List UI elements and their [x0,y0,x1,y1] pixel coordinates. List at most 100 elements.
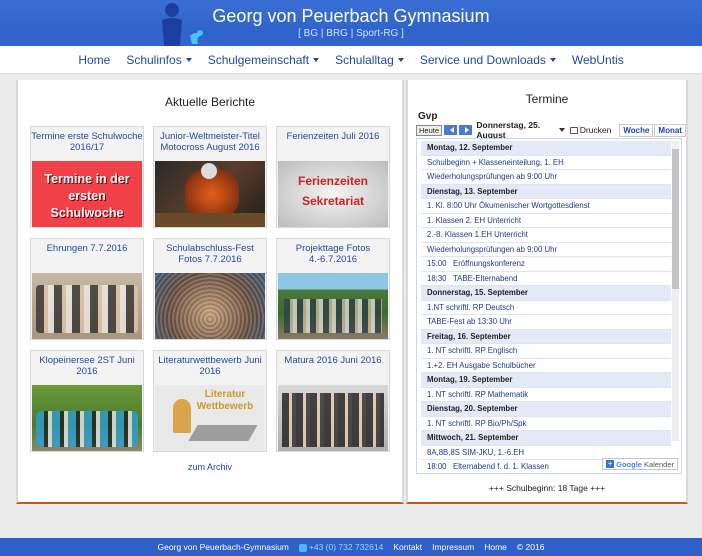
agenda-day-header: Mittwoch, 21. September [421,431,671,446]
nav-schulgemeinschaft-label: Schulgemeinschaft [207,52,310,67]
agenda-day-header: Freitag, 16. September [421,329,671,344]
today-button[interactable]: Heute [416,124,443,136]
card-title: Klopeinersee 2ST Juni 2016 [39,355,135,377]
day-label: Donnerstag, 15. September [427,288,528,298]
nav-schulinfos-label: Schulinfos [126,52,182,67]
nav-webuntis-label: WebUntis [571,52,624,67]
footer-link-home[interactable]: Home [484,542,507,552]
agenda-event[interactable]: Schulbeginn + Klasseneinteilung, 1. EH [421,156,671,170]
report-card-matura[interactable]: Matura 2016 Juni 2016 [276,350,390,452]
print-icon [569,126,578,134]
print-button[interactable]: Drucken [569,125,611,135]
agenda-event[interactable]: 1.NT schriftl. RP Deutsch [421,301,671,315]
day-label: Dienstag, 20. September [427,404,518,414]
agenda-day-header: Donnerstag, 15. September [421,286,671,301]
agenda-scrollbar[interactable] [672,141,679,441]
report-card-schulabschluss[interactable]: Schulabschluss-Fest Fotos 7.7.2016 [153,238,267,340]
footer-copyright: © 2016 [516,542,545,552]
school-start-countdown: +++ Schulbeginn: 18 Tage +++ [488,483,606,493]
agenda-event[interactable]: 1. NT schriftl. RP Bio/Ph/Spk [421,417,671,431]
tab-monat[interactable]: Monat [654,123,686,137]
agenda-event[interactable]: 15:00 Eröffnungskonferenz [421,257,671,272]
agenda-event[interactable]: 1. Klassen 2. EH Unterricht [421,214,671,228]
plus-icon: + [606,459,615,468]
chevron-down-icon[interactable] [558,128,565,132]
agenda-event[interactable]: TABE-Fest ab 13:30 Uhr [421,315,671,330]
event-title: Wiederholungsprüfungen ab 9:00 Uhr [427,244,558,254]
reports-panel: Aktuelle Berichte Termine erste Schulwoc… [16,80,404,504]
event-title: 2.-8. Klassen 1.EH Unterricht [427,230,528,240]
agenda-list: Montag, 12. September Schulbeginn + Klass… [421,141,671,473]
event-title: 1. Kl. 8:00 Uhr Ökumenischer Wortgottesd… [427,201,590,211]
card-title: Ferienzeiten Juli 2016 [286,131,380,142]
event-time: 15:00 [427,259,447,269]
event-title: Schulbeginn + Klasseneinteilung, 1. EH [427,157,564,167]
report-card-ehrungen[interactable]: Ehrungen 7.7.2016 [30,238,144,340]
card-title: Literaturwettbewerb Juni 2016 [158,355,262,377]
event-title: Wiederholungsprüfungen ab 9:00 Uhr [427,172,558,182]
card-image-termine: Termine in der ersten Schulwoche [32,161,142,227]
nav-schulgemeinschaft[interactable]: Schulgemeinschaft [200,53,327,67]
footer-link-kontakt[interactable]: Kontakt [393,542,422,552]
agenda-event[interactable]: 18:30 TABE-Elternabend [421,272,671,286]
event-title: 1.NT schriftl. RP Deutsch [427,302,515,312]
reports-title: Aktuelle Berichte [164,95,256,109]
event-title: 8A,8B,8S SIM-JKU, 1.-6.EH [427,447,525,457]
event-time: 18:30 [427,273,447,283]
agenda-event[interactable]: Wiederholungsprüfungen ab 9:00 Uhr [421,243,671,257]
report-card-projekttage[interactable]: Projekttage Fotos 4.-6.7.2016 [276,238,390,340]
nav-webuntis[interactable]: WebUntis [564,53,632,67]
day-label: Dienstag, 13. September [427,186,518,196]
day-label: Mittwoch, 21. September [427,433,519,443]
event-title: Elternabend f. d. 1. Klassen [453,462,549,472]
nav-schulinfos[interactable]: Schulinfos [118,53,199,67]
tab-woche[interactable]: Woche [619,123,654,137]
agenda-day-header: Dienstag, 13. September [421,184,671,199]
report-card-ferienzeiten[interactable]: Ferienzeiten Juli 2016 Ferienzeiten Sekr… [276,126,390,228]
nav-schulalltag[interactable]: Schulalltag [327,53,412,67]
nav-service-downloads-label: Service und Downloads [419,52,546,67]
report-card-klopeinersee[interactable]: Klopeinersee 2ST Juni 2016 [30,350,144,452]
footer-link-impressum[interactable]: Impressum [432,542,474,552]
site-subtitle: [ BG | BRG | Sport-RG ] [298,28,404,39]
agenda-day-header: Montag, 12. September [421,141,671,156]
chevron-down-icon [313,57,320,62]
nav-home-label: Home [78,52,111,67]
chevron-down-icon [185,57,192,62]
footer-name: Georg von Peuerbach-Gymnasium [157,542,289,552]
agenda-event[interactable]: 1. NT schriftl. RP Englisch [421,344,671,359]
prev-arrow-icon[interactable] [444,125,458,135]
card-image-schulabschluss [155,273,265,339]
day-label: Montag, 19. September [427,375,513,385]
card-image-text: Termine in der ersten Schulwoche [44,172,130,220]
next-arrow-icon[interactable] [459,125,473,135]
chevron-down-icon [397,57,404,62]
footer-phone[interactable]: +43 (0) 732 732614 [298,542,384,552]
agenda-event[interactable]: 1. NT schriftl. RP Mathematik [421,388,671,402]
chevron-down-icon [549,57,556,62]
card-image-matura [278,385,388,451]
archive-link[interactable]: zum Archiv [18,462,402,472]
card-image-text: Literatur Wettbewerb [196,389,254,412]
card-image-ferienzeiten: Ferienzeiten Sekretariat [278,161,388,227]
agenda-event[interactable]: 1.+2. EH Ausgabe Schulbücher [421,359,671,373]
google-calendar-badge[interactable]: + Google Kalender [602,458,678,470]
agenda-event[interactable]: 1. Kl. 8:00 Uhr Ökumenischer Wortgottesd… [421,199,671,214]
nav-service-downloads[interactable]: Service und Downloads [412,53,564,67]
report-card-termine[interactable]: Termine erste Schulwoche 2016/17 Termine… [30,126,144,228]
scrollbar-thumb[interactable] [672,149,679,289]
nav-home[interactable]: Home [70,53,118,67]
event-title: 1.+2. EH Ausgabe Schulbücher [427,360,536,370]
agenda-event[interactable]: 2.-8. Klassen 1.EH Unterricht [421,228,671,243]
report-card-motocross[interactable]: Junior-Weltmeister-Titel Motocross Augus… [153,126,267,228]
event-title: 1. Klassen 2. EH Unterricht [427,215,522,225]
agenda-event[interactable]: Wiederholungsprüfungen ab 9:00 Uhr [421,170,671,185]
google-label: Google [616,459,642,469]
report-card-literatur[interactable]: Literaturwettbewerb Juni 2016 Literatur … [153,350,267,452]
event-title: Eröffnungskonferenz [453,259,525,269]
footer-phone-number: +43 (0) 732 732614 [308,542,384,552]
event-title: TABE-Fest ab 13:30 Uhr [427,317,512,327]
card-title: Projekttage Fotos 4.-6.7.2016 [295,243,371,265]
calendar-agenda: Montag, 12. September Schulbeginn + Klass… [416,138,682,474]
calendar-date[interactable]: Donnerstag, 25. August [476,120,554,140]
